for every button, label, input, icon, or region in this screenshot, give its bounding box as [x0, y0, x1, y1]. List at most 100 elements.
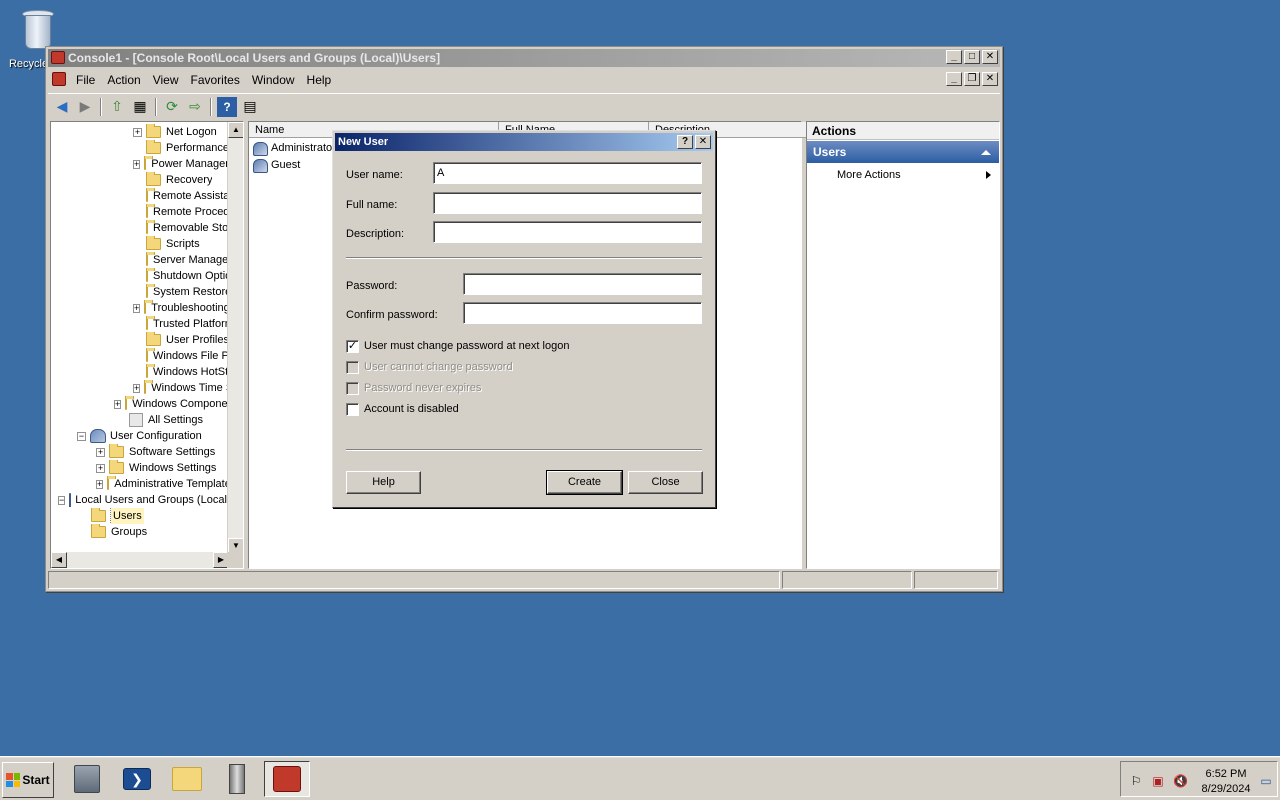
action-center-flag-icon[interactable]: ⚐ [1129, 774, 1143, 788]
server-manager-taskbar-icon[interactable] [64, 761, 110, 797]
description-input[interactable] [433, 221, 702, 243]
expand-icon[interactable]: + [96, 447, 105, 457]
tree-item[interactable]: Net Logon [166, 124, 217, 140]
help-button[interactable]: Help [346, 471, 421, 494]
expand-icon[interactable]: + [133, 383, 141, 393]
tree-item-selected[interactable]: Users [110, 508, 144, 524]
actions-pane: Actions Users More Actions [806, 121, 1000, 569]
refresh-icon[interactable]: ⟳ [162, 97, 182, 117]
network-warning-icon[interactable]: ▣ [1151, 774, 1165, 788]
dialog-help-icon[interactable]: ? [677, 135, 693, 149]
collapse-icon[interactable]: − [58, 495, 66, 505]
child-restore-button[interactable]: ❐ [964, 72, 980, 86]
folder-icon [146, 172, 161, 186]
scroll-up-arrow-icon[interactable]: ▲ [228, 122, 243, 138]
expand-icon[interactable]: + [114, 399, 122, 409]
tree-item[interactable]: Windows Time Service [151, 380, 229, 396]
scroll-left-arrow-icon[interactable]: ◀ [51, 552, 67, 568]
tree-item[interactable]: User Configuration [110, 428, 202, 444]
tree-item[interactable]: Administrative Templates [114, 476, 229, 492]
window-titlebar[interactable]: Console1 - [Console Root\Local Users and… [48, 49, 1000, 67]
clock-time[interactable]: 6:52 PM [1199, 768, 1253, 780]
expand-icon[interactable]: + [133, 303, 141, 313]
tree-item[interactable]: System Restore [153, 284, 229, 300]
expand-icon[interactable]: + [133, 127, 142, 137]
tree-item[interactable]: Server Manager [153, 252, 229, 268]
username-input[interactable] [433, 162, 702, 184]
help-icon[interactable]: ? [217, 96, 237, 117]
tree-horizontal-scrollbar[interactable]: ◀ ▶ [51, 552, 229, 568]
dialog-close-icon[interactable]: ✕ [695, 135, 711, 149]
show-desktop-icon[interactable]: ▭ [1259, 774, 1273, 788]
tree-item[interactable]: Windows Components [132, 396, 229, 412]
maximize-button[interactable]: □ [964, 50, 980, 64]
tree-vertical-scrollbar[interactable]: ▲ ▼ [227, 122, 243, 554]
show-hide-tree-icon[interactable]: ▦ [130, 97, 150, 117]
clock-date[interactable]: 8/29/2024 [1195, 783, 1257, 795]
dialog-titlebar[interactable]: New User ? ✕ [335, 133, 713, 151]
up-one-level-icon[interactable]: ⇧ [107, 97, 127, 117]
tree-item[interactable]: Power Management [151, 156, 229, 172]
tree-item[interactable]: Groups [111, 524, 147, 540]
folder-icon [146, 316, 155, 330]
create-button[interactable]: Create [546, 470, 623, 495]
minimize-button[interactable]: _ [946, 50, 962, 64]
tools-taskbar-icon[interactable] [214, 761, 260, 797]
mmc-taskbar-icon[interactable] [264, 761, 310, 797]
export-list-icon[interactable]: ⇨ [185, 97, 205, 117]
fullname-input[interactable] [433, 192, 702, 214]
menu-favorites[interactable]: Favorites [185, 69, 246, 91]
menu-action[interactable]: Action [101, 69, 146, 91]
menu-view[interactable]: View [147, 69, 185, 91]
tree-item[interactable]: Windows HotStart [153, 364, 229, 380]
tree-item[interactable]: Shutdown Options [153, 268, 229, 284]
close-dialog-button[interactable]: Close [628, 471, 703, 494]
show-hide-action-pane-icon[interactable]: ▤ [240, 97, 260, 117]
tree-item[interactable]: Software Settings [129, 444, 215, 460]
child-minimize-button[interactable]: _ [946, 72, 962, 86]
explorer-taskbar-icon[interactable] [164, 761, 210, 797]
more-actions-item[interactable]: More Actions [807, 163, 999, 187]
collapse-icon[interactable]: − [77, 431, 86, 441]
tree-item[interactable]: Remote Procedure Call [153, 204, 229, 220]
child-close-button[interactable]: ✕ [982, 72, 998, 86]
tree-item[interactable]: Windows File Protection [153, 348, 229, 364]
console-tree[interactable]: + Net Logon Performance + Power Management… [50, 121, 244, 569]
tree-item[interactable]: All Settings [148, 412, 203, 428]
list-item[interactable]: Guest [253, 157, 300, 174]
toolbar-separator [210, 97, 212, 116]
tree-item[interactable]: Remote Assistance [153, 188, 229, 204]
close-button[interactable]: ✕ [982, 50, 998, 64]
password-input[interactable] [463, 273, 702, 295]
console-doc-icon[interactable] [52, 72, 66, 86]
tree-item[interactable]: Local Users and Groups (Local) [75, 492, 229, 508]
tree-item[interactable]: Windows Settings [129, 460, 216, 476]
menu-help[interactable]: Help [301, 69, 338, 91]
powershell-taskbar-icon[interactable]: ❯ [114, 761, 160, 797]
confirm-password-input[interactable] [463, 302, 702, 324]
must-change-password-checkbox[interactable]: ✓ [346, 339, 359, 353]
menu-file[interactable]: File [70, 69, 101, 91]
start-button[interactable]: Start [2, 762, 54, 798]
tree-item[interactable]: User Profiles [166, 332, 229, 348]
tree-item[interactable]: Recovery [166, 172, 212, 188]
back-arrow-icon[interactable]: ◀ [52, 97, 72, 117]
tree-item[interactable]: Scripts [166, 236, 200, 252]
forward-arrow-icon[interactable]: ▶ [75, 97, 95, 117]
volume-muted-icon[interactable]: 🔇 [1173, 774, 1188, 788]
expand-icon[interactable]: + [133, 159, 141, 169]
tree-item[interactable]: Removable Storage Access [153, 220, 229, 236]
collapse-caret-icon[interactable] [981, 150, 991, 155]
expand-icon[interactable]: + [96, 479, 104, 489]
menu-window[interactable]: Window [246, 69, 301, 91]
actions-section-users[interactable]: Users [807, 141, 999, 163]
expand-icon[interactable]: + [96, 463, 105, 473]
list-item[interactable]: Administrator [253, 140, 336, 157]
account-disabled-checkbox-row[interactable]: Account is disabled [346, 401, 459, 417]
tree-item[interactable]: Trusted Platform Module Services [153, 316, 229, 332]
taskbar: Start ❯ ⚐ ▣ 🔇 6:52 PM 8/29/2024 ▭ [0, 756, 1280, 800]
must-change-password-checkbox-row[interactable]: ✓ User must change password at next logo… [346, 338, 569, 354]
tree-item[interactable]: Troubleshooting [151, 300, 229, 316]
account-disabled-checkbox[interactable] [346, 402, 359, 416]
tree-item[interactable]: Performance [166, 140, 229, 156]
